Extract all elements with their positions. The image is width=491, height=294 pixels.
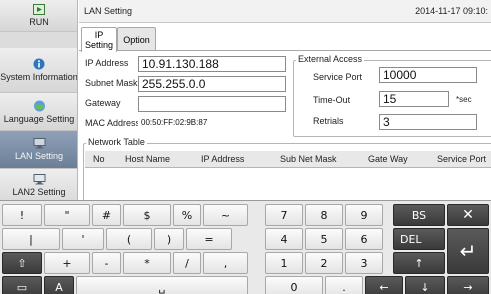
- tab-option[interactable]: Option: [117, 27, 156, 51]
- tab-label: IP Setting: [84, 30, 114, 50]
- column-header: Service Port: [437, 154, 487, 164]
- retrials-label: Retrials: [313, 116, 344, 126]
- column-header: IP Address: [201, 154, 245, 164]
- sidebar-item-label: LAN2 Setting: [12, 187, 66, 197]
- close-keyboard-key[interactable]: ✕: [447, 204, 489, 226]
- key-4[interactable]: 4: [265, 228, 303, 250]
- sidebar-item-lan-setting[interactable]: LAN Setting: [0, 131, 77, 169]
- key-3[interactable]: 3: [345, 252, 383, 274]
- info-icon: [33, 58, 45, 70]
- network-icon: [33, 174, 45, 185]
- key-9[interactable]: 9: [345, 204, 383, 226]
- sidebar-item-language-setting[interactable]: Language Setting: [0, 93, 77, 131]
- shift-key[interactable]: ⇧: [2, 252, 42, 274]
- column-header: No: [93, 154, 105, 164]
- key-plus[interactable]: +: [44, 252, 90, 274]
- space-key[interactable]: ␣: [76, 276, 248, 294]
- mac-address-value: 00:50:FF:02:9B:87: [138, 118, 286, 134]
- network-table-title: Network Table: [86, 137, 147, 147]
- key-close-paren[interactable]: ): [154, 228, 184, 250]
- mac-address-label: MAC Address: [85, 118, 141, 128]
- globe-icon: [33, 100, 45, 111]
- on-screen-keyboard: ! " # $ % ~ 7 8 9 BS ✕ | ' ( ) = 4 5 6 D…: [0, 200, 491, 294]
- run-icon: [33, 4, 45, 15]
- key-0[interactable]: 0: [265, 276, 323, 294]
- tab-ip-setting[interactable]: IP Setting: [81, 27, 117, 52]
- column-header: Host Name: [125, 154, 171, 164]
- key-minus[interactable]: -: [92, 252, 121, 274]
- column-header: Sub Net Mask: [280, 154, 337, 164]
- sidebar-item-label: System Information: [0, 72, 78, 82]
- key-percent[interactable]: %: [173, 204, 201, 226]
- key-1[interactable]: 1: [265, 252, 303, 274]
- page-title: LAN Setting: [84, 6, 133, 16]
- subnet-mask-field[interactable]: 255.255.0.0: [138, 76, 286, 92]
- timeout-field[interactable]: 15: [379, 91, 449, 107]
- keyboard-layout-key[interactable]: ▭: [2, 276, 42, 294]
- external-access-title: External Access: [296, 54, 365, 64]
- key-period[interactable]: .: [325, 276, 363, 294]
- sidebar-item-lan2-setting[interactable]: LAN2 Setting: [0, 169, 77, 200]
- key-tilde[interactable]: ~: [203, 204, 248, 226]
- timeout-unit: *sec: [456, 95, 472, 104]
- ip-address-field[interactable]: 10.91.130.188: [138, 56, 286, 72]
- key-pipe[interactable]: |: [2, 228, 60, 250]
- timeout-label: Time-Out: [313, 95, 351, 105]
- service-port-field[interactable]: 10000: [379, 67, 477, 83]
- arrow-up-key[interactable]: ↑: [393, 252, 445, 274]
- sidebar-item-label: LAN Setting: [14, 151, 64, 161]
- key-apostrophe[interactable]: ': [62, 228, 104, 250]
- key-8[interactable]: 8: [305, 204, 343, 226]
- network-icon: [33, 138, 45, 149]
- sidebar-item-label: Language Setting: [3, 113, 75, 124]
- sidebar-item-system-information[interactable]: System Information: [0, 48, 78, 93]
- enter-key[interactable]: ↵: [447, 228, 489, 274]
- subnet-mask-label: Subnet Mask: [85, 78, 138, 88]
- key-2[interactable]: 2: [305, 252, 343, 274]
- tab-label: Option: [123, 34, 150, 45]
- datetime-display: 2014-11-17 09:10:: [415, 6, 488, 16]
- arrow-right-key[interactable]: →: [447, 276, 489, 294]
- gateway-field[interactable]: [138, 96, 286, 112]
- ip-address-label: IP Address: [85, 58, 129, 68]
- backspace-key[interactable]: BS: [393, 204, 445, 226]
- network-table-header: No Host Name IP Address Sub Net Mask Gat…: [85, 151, 491, 168]
- key-asterisk[interactable]: *: [123, 252, 171, 274]
- sidebar-item-label: RUN: [29, 17, 49, 27]
- header-bar: LAN Setting 2014-11-17 09:10:: [79, 0, 491, 23]
- alpha-mode-key[interactable]: A: [44, 276, 74, 294]
- column-header: Gate Way: [368, 154, 408, 164]
- key-6[interactable]: 6: [345, 228, 383, 250]
- key-double-quote[interactable]: ": [44, 204, 90, 226]
- key-equals[interactable]: =: [186, 228, 232, 250]
- retrials-field[interactable]: 3: [379, 114, 477, 130]
- key-hash[interactable]: #: [92, 204, 121, 226]
- arrow-down-key[interactable]: ↓: [405, 276, 445, 294]
- key-dollar[interactable]: $: [123, 204, 171, 226]
- key-exclamation[interactable]: !: [2, 204, 42, 226]
- key-comma[interactable]: ,: [203, 252, 248, 274]
- key-open-paren[interactable]: (: [106, 228, 152, 250]
- key-7[interactable]: 7: [265, 204, 303, 226]
- key-5[interactable]: 5: [305, 228, 343, 250]
- service-port-label: Service Port: [313, 72, 363, 82]
- gateway-label: Gateway: [85, 98, 121, 108]
- key-slash[interactable]: /: [173, 252, 201, 274]
- delete-key[interactable]: DEL: [393, 228, 445, 250]
- sidebar: RUN System Information Language Setting: [0, 0, 78, 200]
- sidebar-item-run[interactable]: RUN: [0, 0, 77, 32]
- arrow-left-key[interactable]: ←: [365, 276, 403, 294]
